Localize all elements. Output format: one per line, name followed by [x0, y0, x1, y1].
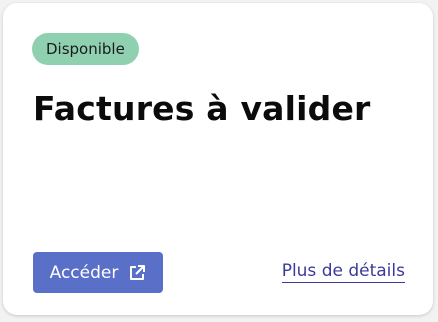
access-button-label: Accéder	[49, 262, 119, 283]
service-card: Disponible Factures à valider Accéder Pl…	[3, 3, 433, 315]
external-link-icon	[128, 264, 146, 282]
status-badge: Disponible	[32, 33, 139, 65]
card-title: Factures à valider	[33, 89, 371, 128]
more-details-link[interactable]: Plus de détails	[281, 261, 405, 283]
access-button[interactable]: Accéder	[33, 252, 163, 293]
